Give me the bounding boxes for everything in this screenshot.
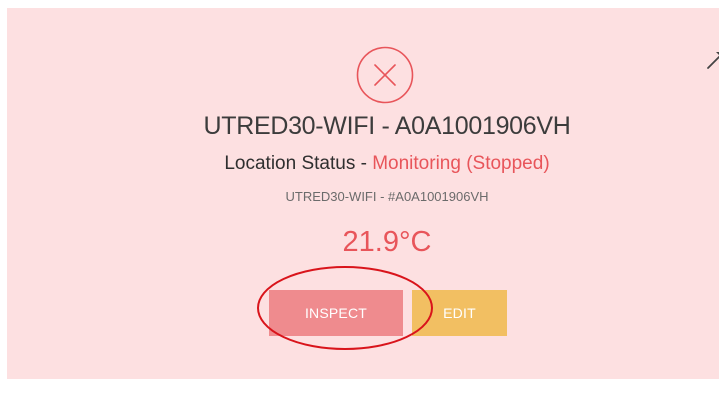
close-circle-icon	[355, 45, 415, 105]
pin-icon[interactable]	[704, 48, 719, 70]
device-id: UTRED30-WIFI - #A0A1001906VH	[285, 189, 489, 204]
device-title: UTRED30-WIFI - A0A1001906VH	[203, 112, 571, 140]
location-status-label: Location Status	[224, 153, 356, 174]
temperature-reading: 21.9°C	[342, 226, 432, 258]
screenshot-frame: UTRED30-WIFI - A0A1001906VH Location Sta…	[0, 0, 719, 407]
device-card: UTRED30-WIFI - A0A1001906VH Location Sta…	[7, 8, 719, 379]
edit-button[interactable]: EDIT	[412, 290, 507, 336]
inspect-button[interactable]: INSPECT	[269, 290, 403, 336]
location-status-value: Monitoring (Stopped)	[372, 153, 550, 174]
location-status: Location Status - Monitoring (Stopped)	[7, 153, 719, 175]
location-status-separator: -	[355, 153, 373, 174]
